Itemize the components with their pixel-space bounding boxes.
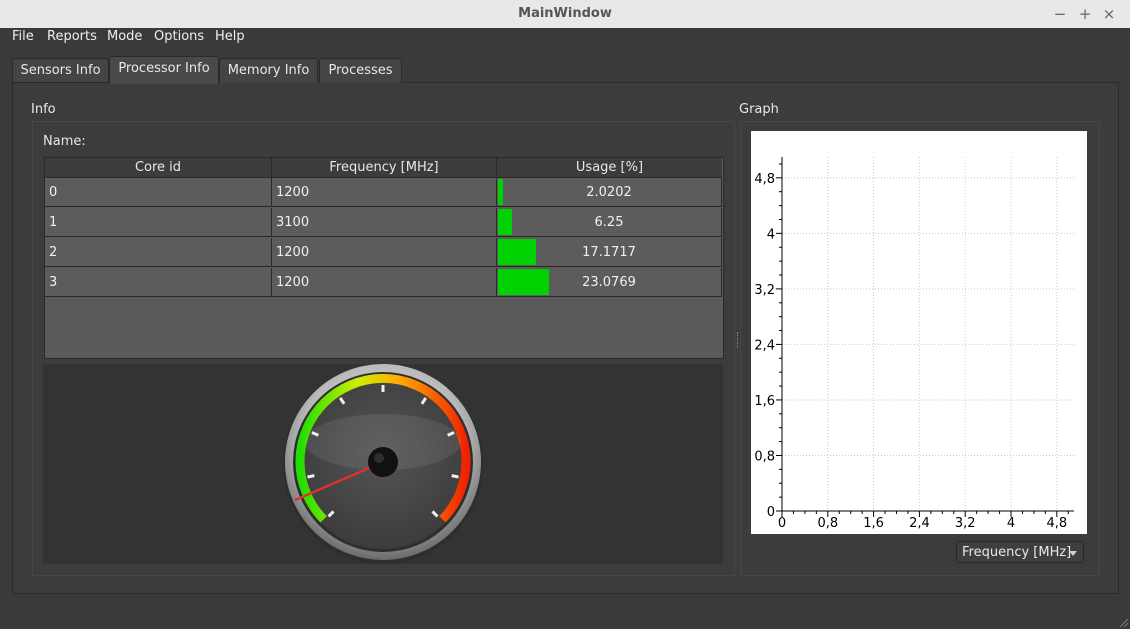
table-cell-usage[interactable]: 23.0769 <box>497 268 722 297</box>
usage-bar <box>498 269 549 295</box>
table-cell-frequency[interactable]: 1200 <box>272 268 497 297</box>
x-tick-label: 1,6 <box>863 516 884 531</box>
usage-value: 23.0769 <box>582 275 636 290</box>
usage-bar <box>498 179 503 205</box>
graph-group-title: Graph <box>739 102 779 117</box>
table-cell-usage[interactable]: 6.25 <box>497 208 722 237</box>
column-header-frequency[interactable]: Frequency [MHz] <box>272 158 497 178</box>
usage-value: 2.0202 <box>586 185 632 200</box>
cpu-name-label: Name: <box>43 134 86 149</box>
y-tick-label: 4 <box>767 227 775 242</box>
gauge-tick <box>451 474 459 479</box>
title-bar: MainWindow − + × <box>0 0 1130 29</box>
table-cell-usage[interactable]: 17.1717 <box>497 238 722 267</box>
column-header-core-id[interactable]: Core id <box>45 158 272 178</box>
speedometer-gauge <box>283 364 483 564</box>
menu-help[interactable]: Help <box>215 29 245 44</box>
menu-options[interactable]: Options <box>154 29 204 44</box>
x-tick-label: 4,8 <box>1046 516 1067 531</box>
close-button[interactable]: × <box>1099 4 1119 24</box>
table-cell-frequency[interactable]: 1200 <box>272 238 497 267</box>
table-cell-usage[interactable]: 2.0202 <box>497 178 722 207</box>
menu-mode[interactable]: Mode <box>107 29 142 44</box>
usage-bar <box>498 209 512 235</box>
table-cell-core-id[interactable]: 0 <box>45 178 272 207</box>
usage-value: 17.1717 <box>582 245 636 260</box>
x-tick-label: 2,4 <box>909 516 930 531</box>
table-cell-frequency[interactable]: 3100 <box>272 208 497 237</box>
table-cell-frequency[interactable]: 1200 <box>272 178 497 207</box>
y-tick-label: 2,4 <box>754 338 775 353</box>
menu-file[interactable]: File <box>12 29 34 44</box>
graph-metric-value: Frequency [MHz] <box>962 545 1072 560</box>
gauge-hub-highlight <box>374 453 384 463</box>
menu-reports[interactable]: Reports <box>47 29 97 44</box>
chevron-down-icon <box>1069 551 1077 556</box>
x-tick-label: 0 <box>778 516 786 531</box>
usage-bar <box>498 239 536 265</box>
tab-processes[interactable]: Processes <box>319 58 402 83</box>
tab-memory-info[interactable]: Memory Info <box>219 58 318 83</box>
core-table[interactable]: Core id Frequency [MHz] Usage [%] 0 1200… <box>44 157 724 359</box>
table-cell-core-id[interactable]: 1 <box>45 208 272 237</box>
y-tick-label: 0,8 <box>754 449 775 464</box>
tab-processor-info[interactable]: Processor Info <box>109 56 219 84</box>
y-tick-label: 0 <box>767 505 775 520</box>
y-tick-label: 1,6 <box>754 394 775 409</box>
gauge-tick <box>307 474 315 479</box>
graph-metric-combo[interactable]: Frequency [MHz] <box>956 541 1084 563</box>
gauge-hub <box>368 447 398 477</box>
minimize-button[interactable]: − <box>1050 4 1070 24</box>
y-tick-label: 4,8 <box>754 172 775 187</box>
table-cell-core-id[interactable]: 3 <box>45 268 272 297</box>
usage-value: 6.25 <box>594 215 624 230</box>
table-cell-core-id[interactable]: 2 <box>45 238 272 267</box>
window-title: MainWindow <box>518 6 612 21</box>
menu-bar: File Reports Mode Options Help <box>0 28 1130 48</box>
frequency-graph: 0 0,8 1,6 2,4 3,2 4 4,8 0 0,8 1,6 2,4 3,2 4 4,8 <box>754 157 1074 531</box>
gauge-panel <box>43 364 723 564</box>
resize-grip-icon[interactable] <box>1118 617 1128 627</box>
info-group-title: Info <box>31 102 56 117</box>
y-tick-label: 3,2 <box>754 283 775 298</box>
x-tick-label: 0,8 <box>817 516 838 531</box>
graph-plot-frame[interactable]: 0 0,8 1,6 2,4 3,2 4 4,8 0 0,8 1,6 2,4 3,2 4 4,8 <box>751 131 1087 534</box>
maximize-button[interactable]: + <box>1075 4 1095 24</box>
x-tick-label: 3,2 <box>955 516 976 531</box>
tab-sensors-info[interactable]: Sensors Info <box>12 58 109 83</box>
x-tick-label: 4 <box>1007 516 1015 531</box>
column-header-usage[interactable]: Usage [%] <box>497 158 722 178</box>
